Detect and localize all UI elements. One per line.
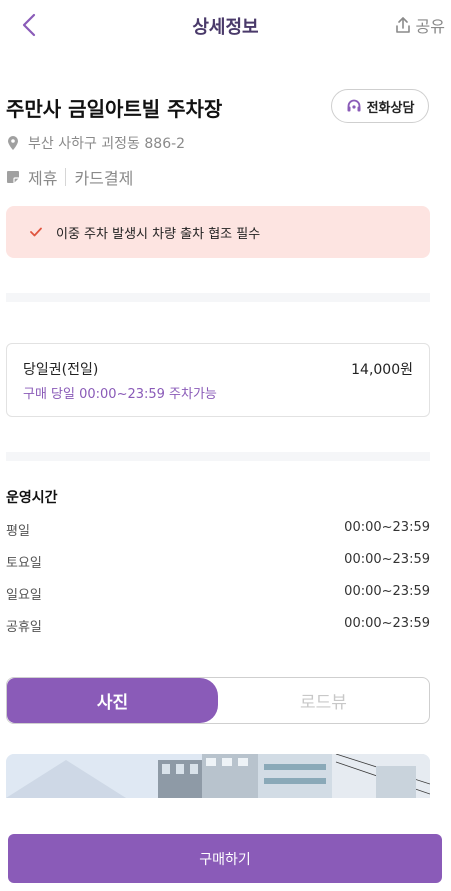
notice-text: 이중 주차 발생시 차량 출차 협조 필수 bbox=[56, 226, 261, 242]
hours-row: 평일 00:00~23:59 bbox=[6, 520, 430, 539]
feature-tags: 제휴 카드결제 bbox=[6, 165, 133, 189]
operating-hours-title: 운영시간 bbox=[6, 490, 58, 506]
media-tab-switch: 사진 로드뷰 bbox=[6, 677, 430, 724]
page-title: 상세정보 bbox=[192, 17, 259, 38]
note-icon bbox=[7, 171, 19, 183]
hours-time: 00:00~23:59 bbox=[344, 520, 430, 535]
tab-roadview[interactable]: 로드뷰 bbox=[218, 678, 429, 723]
parking-lot-photo[interactable] bbox=[6, 754, 430, 798]
address-text: 부산 사하구 괴정동 886-2 bbox=[28, 136, 186, 152]
top-app-bar: 상세정보 공유 bbox=[0, 0, 451, 50]
headset-icon bbox=[347, 99, 361, 112]
tag-card-payment: 카드결제 bbox=[74, 169, 134, 188]
location-pin-icon bbox=[8, 136, 18, 150]
tab-photo[interactable]: 사진 bbox=[7, 678, 218, 723]
purchase-button[interactable]: 구매하기 bbox=[8, 834, 442, 883]
hours-time: 00:00~23:59 bbox=[344, 616, 430, 631]
parking-lot-name: 주만사 금일아트빌 주차장 bbox=[6, 97, 223, 121]
ticket-price: 14,000원 bbox=[351, 362, 413, 378]
hours-day: 공휴일 bbox=[6, 620, 42, 635]
hours-row: 일요일 00:00~23:59 bbox=[6, 584, 430, 603]
hours-day: 일요일 bbox=[6, 588, 42, 603]
section-divider bbox=[6, 293, 430, 302]
hours-time: 00:00~23:59 bbox=[344, 552, 430, 567]
tag-divider bbox=[65, 168, 67, 186]
building-photo-image bbox=[6, 754, 430, 798]
hours-day: 평일 bbox=[6, 524, 30, 539]
notice-banner: 이중 주차 발생시 차량 출차 협조 필수 bbox=[6, 206, 430, 258]
ticket-name: 당일권(전일) bbox=[23, 362, 99, 378]
hours-row: 공휴일 00:00~23:59 bbox=[6, 616, 430, 635]
ticket-description: 구매 당일 00:00~23:59 주차가능 bbox=[23, 387, 217, 402]
check-icon bbox=[30, 227, 42, 237]
phone-consult-label: 전화상담 bbox=[366, 100, 415, 116]
tag-partner: 제휴 bbox=[28, 169, 58, 188]
hours-time: 00:00~23:59 bbox=[344, 584, 430, 599]
share-button[interactable]: 공유 bbox=[394, 13, 445, 37]
section-divider bbox=[6, 452, 430, 461]
phone-consult-button[interactable]: 전화상담 bbox=[331, 89, 429, 123]
ticket-card[interactable]: 당일권(전일) 14,000원 구매 당일 00:00~23:59 주차가능 bbox=[6, 343, 430, 417]
address-row: 부산 사하구 괴정동 886-2 bbox=[6, 133, 185, 153]
share-label: 공유 bbox=[415, 17, 445, 36]
share-icon bbox=[395, 17, 410, 33]
hours-day: 토요일 bbox=[6, 556, 42, 571]
hours-row: 토요일 00:00~23:59 bbox=[6, 552, 430, 571]
